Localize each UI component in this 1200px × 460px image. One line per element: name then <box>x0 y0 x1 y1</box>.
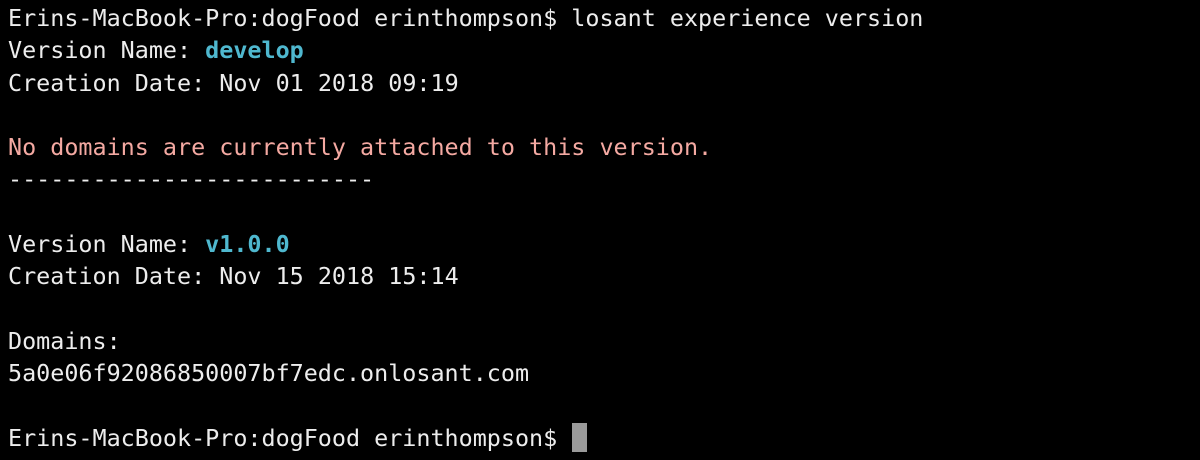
creation-date-label: Creation Date: <box>8 262 220 291</box>
creation-date-label: Creation Date: <box>8 68 220 97</box>
prompt: Erins-MacBook-Pro:dogFood erinthompson$ <box>8 423 572 452</box>
command-line: Erins-MacBook-Pro:dogFood erinthompson$ … <box>8 2 1200 34</box>
domain-value: 5a0e06f92086850007bf7edc.onlosant.com <box>8 359 530 388</box>
version-name-label: Version Name: <box>8 230 206 259</box>
creation-date-value: Nov 01 2018 09:19 <box>219 68 459 97</box>
creation-date-value: Nov 15 2018 15:14 <box>219 262 459 291</box>
input-line[interactable]: Erins-MacBook-Pro:dogFood erinthompson$ <box>8 422 1200 454</box>
prompt: Erins-MacBook-Pro:dogFood erinthompson$ <box>8 4 572 32</box>
text-cursor <box>572 422 588 452</box>
version-name-value: v1.0.0 <box>205 230 290 259</box>
creation-date-line: Creation Date: Nov 01 2018 09:19 <box>8 67 1200 99</box>
no-domains-message: No domains are currently attached to thi… <box>8 133 713 162</box>
separator-line: -------------------------- <box>8 165 375 194</box>
version-name-line: Version Name: develop <box>8 34 1200 66</box>
command-text: losant experience version <box>571 4 924 32</box>
terminal-window[interactable]: Erins-MacBook-Pro:dogFood erinthompson$ … <box>0 0 1200 460</box>
creation-date-line: Creation Date: Nov 15 2018 15:14 <box>8 260 1200 292</box>
version-name-line: Version Name: v1.0.0 <box>8 228 1200 260</box>
domains-label: Domains: <box>8 326 121 355</box>
version-name-value: develop <box>205 36 304 65</box>
version-name-label: Version Name: <box>8 36 206 65</box>
